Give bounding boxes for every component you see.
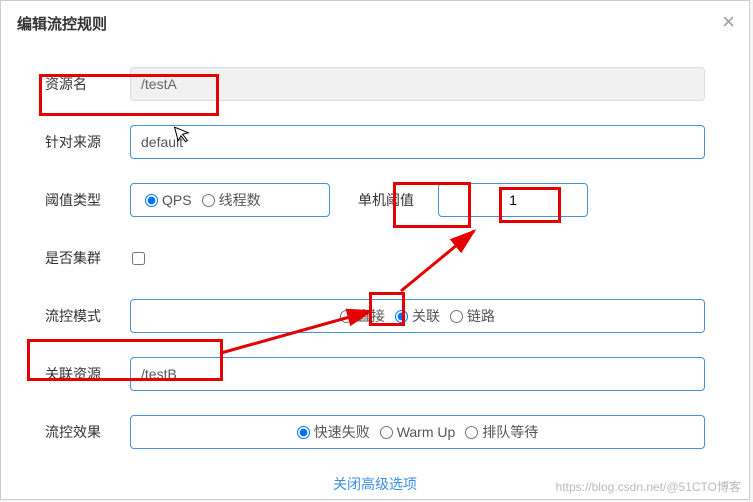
row-origin: 针对来源 default — [45, 124, 705, 160]
row-related-resource: 关联资源 /testB — [45, 356, 705, 392]
modal-header: 编辑流控规则 × — [1, 1, 749, 46]
row-threshold: 阈值类型 QPS 线程数 单机阈值 — [45, 182, 705, 218]
row-effect: 流控效果 快速失败 Warm Up 排队等待 — [45, 414, 705, 450]
label-resource-name: 资源名 — [45, 74, 130, 94]
mode-group: 直接 关联 链路 — [130, 299, 705, 333]
close-icon[interactable]: × — [722, 9, 735, 35]
radio-warmup[interactable]: Warm Up — [380, 424, 456, 440]
radio-warmup-input[interactable] — [380, 426, 393, 439]
label-effect: 流控效果 — [45, 422, 130, 442]
label-origin: 针对来源 — [45, 132, 130, 152]
effect-group: 快速失败 Warm Up 排队等待 — [130, 415, 705, 449]
radio-queue-input[interactable] — [465, 426, 478, 439]
radio-fastfail-input[interactable] — [297, 426, 310, 439]
close-advanced-link[interactable]: 关闭高级选项 — [333, 476, 417, 492]
checkbox-cluster[interactable] — [132, 252, 145, 265]
radio-fastfail[interactable]: 快速失败 — [297, 422, 370, 442]
radio-relation-input[interactable] — [395, 310, 408, 323]
radio-chain-input[interactable] — [450, 310, 463, 323]
radio-relation[interactable]: 关联 — [395, 306, 440, 326]
input-resource-name: /testA — [130, 67, 705, 101]
radio-thread-input[interactable] — [202, 194, 215, 207]
modal-body: 资源名 /testA 针对来源 default 阈值类型 QPS 线程数 单机阈… — [1, 46, 749, 494]
row-resource-name: 资源名 /testA — [45, 66, 705, 102]
input-single-threshold[interactable] — [438, 183, 588, 217]
edit-rule-modal: 编辑流控规则 × 资源名 /testA 针对来源 default 阈值类型 QP… — [0, 0, 750, 500]
radio-queue[interactable]: 排队等待 — [465, 422, 538, 442]
radio-chain[interactable]: 链路 — [450, 306, 495, 326]
label-threshold-type: 阈值类型 — [45, 190, 130, 210]
label-single-threshold: 单机阈值 — [358, 190, 438, 210]
modal-title: 编辑流控规则 — [17, 16, 107, 33]
row-mode: 流控模式 直接 关联 链路 — [45, 298, 705, 334]
input-related-resource[interactable]: /testB — [130, 357, 705, 391]
input-origin[interactable]: default — [130, 125, 705, 159]
label-related-resource: 关联资源 — [45, 364, 130, 384]
row-cluster: 是否集群 — [45, 240, 705, 276]
radio-direct-input[interactable] — [340, 310, 353, 323]
watermark: https://blog.csdn.net/@51CTO博客 — [556, 478, 741, 495]
threshold-type-group: QPS 线程数 — [130, 183, 330, 217]
radio-qps-input[interactable] — [145, 194, 158, 207]
radio-qps[interactable]: QPS — [145, 192, 192, 208]
radio-thread[interactable]: 线程数 — [202, 190, 261, 210]
radio-direct[interactable]: 直接 — [340, 306, 385, 326]
label-mode: 流控模式 — [45, 306, 130, 326]
label-cluster: 是否集群 — [45, 248, 130, 268]
